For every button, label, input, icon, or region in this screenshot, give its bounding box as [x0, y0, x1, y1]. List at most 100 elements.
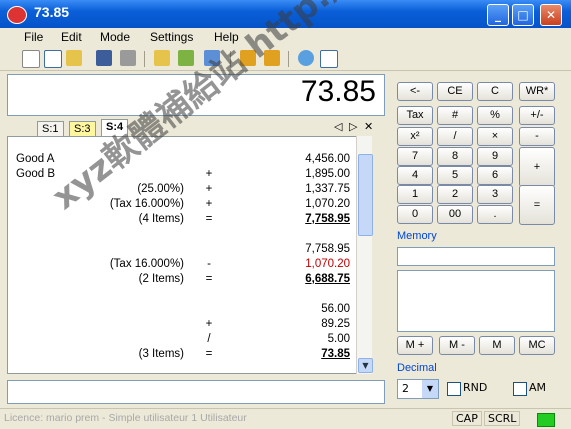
tab-next-icon[interactable]: ▷ [349, 120, 357, 133]
key-row3-1[interactable]: / [437, 127, 473, 146]
chevron-down-icon[interactable]: ▼ [422, 380, 438, 398]
tape-scrollbar[interactable]: ▼ [356, 136, 373, 374]
tape-row-label: (25.00%) [137, 183, 184, 195]
tape-row-name: Good A [16, 153, 55, 165]
tape-row-name: Good B [16, 168, 55, 180]
menu-file[interactable]: File [24, 30, 43, 44]
memory-title: Memory [397, 230, 437, 242]
tape-row-value: 56.00 [321, 303, 350, 315]
key-row5-1[interactable]: 5 [437, 166, 473, 185]
license-text: Licence: mario prem - Simple utilisateur… [4, 412, 247, 424]
key-row2-0[interactable]: Tax [397, 106, 433, 125]
key-row4-2[interactable]: 9 [477, 147, 513, 166]
tape-row-value: 4,456.00 [305, 153, 350, 165]
decimal-select[interactable]: 2 ▼ [397, 379, 439, 399]
tab-s4[interactable]: S:4 [101, 119, 129, 136]
key-row5-2[interactable]: 6 [477, 166, 513, 185]
close-button[interactable]: ✕ [540, 4, 562, 26]
comment-input[interactable] [7, 380, 385, 404]
tape-row[interactable]: 56.00 [8, 303, 370, 318]
key-row6-0[interactable]: 1 [397, 185, 433, 204]
folder-icon[interactable] [154, 50, 170, 66]
key-row3-2[interactable]: × [477, 127, 513, 146]
key-row3-0[interactable]: x² [397, 127, 433, 146]
decimal-group: Decimal 2 ▼ RND AM [393, 362, 559, 402]
users-icon[interactable] [298, 50, 314, 66]
key-row6-3[interactable]: = [519, 185, 555, 225]
memory-add-button[interactable]: M + [397, 336, 433, 355]
redo-icon[interactable] [264, 50, 280, 66]
open-icon[interactable] [66, 50, 82, 66]
scroll-thumb[interactable] [358, 154, 373, 236]
key-row1-3[interactable]: WR* [519, 82, 555, 101]
tab-close-icon[interactable]: ✕ [364, 120, 373, 133]
key-row5-0[interactable]: 4 [397, 166, 433, 185]
key-row7-0[interactable]: 0 [397, 205, 433, 224]
tape-row-value: 6,688.75 [305, 273, 350, 285]
tape-row[interactable]: (Tax 16.000%) +1,070.20 [8, 198, 370, 213]
memory-subtract-button[interactable]: M - [439, 336, 475, 355]
tape-row[interactable] [8, 288, 370, 303]
key-row7-1[interactable]: 00 [437, 205, 473, 224]
key-row2-1[interactable]: # [437, 106, 473, 125]
display-value: 73.85 [300, 75, 376, 108]
menu-edit[interactable]: Edit [61, 30, 82, 44]
tape-row[interactable]: (4 Items) = 7,758.95 [8, 213, 370, 228]
key-row1-0[interactable]: <- [397, 82, 433, 101]
memory-recall-button[interactable]: M [479, 336, 515, 355]
key-row4-1[interactable]: 8 [437, 147, 473, 166]
memory-group: Memory M + M - M MC [393, 230, 559, 358]
tape-row-value: 89.25 [321, 318, 350, 330]
tape-row-operator: + [205, 183, 213, 195]
key-row1-1[interactable]: CE [437, 82, 473, 101]
import-icon[interactable] [204, 50, 220, 66]
tape-row[interactable]: (2 Items) = 6,688.75 [8, 273, 370, 288]
memory-clear-button[interactable]: MC [519, 336, 555, 355]
export-icon[interactable] [178, 50, 194, 66]
tab-s1[interactable]: S:1 [37, 121, 64, 136]
key-row4-0[interactable]: 7 [397, 147, 433, 166]
print-icon[interactable] [120, 50, 136, 66]
tape-row[interactable]: +89.25 [8, 318, 370, 333]
tape-row[interactable]: Good B +1,895.00 [8, 168, 370, 183]
tape-row[interactable]: Good A 4,456.00 [8, 153, 370, 168]
tape-list[interactable]: Good A 4,456.00 Good B +1,895.00 (25.00%) +1,… [7, 136, 371, 374]
maximize-button[interactable]: □ [512, 4, 534, 26]
book-icon[interactable] [320, 50, 338, 68]
am-checkbox[interactable] [513, 382, 527, 396]
menu-help[interactable]: Help [214, 30, 239, 44]
tape-row-operator: + [205, 198, 213, 210]
tape-row[interactable]: (3 Items) = 73.85 [8, 348, 370, 363]
new-icon[interactable] [22, 50, 40, 68]
tape-panel: S:1 S:3 S:4 ◁ ▷ ✕ Good A 4,456.00 Good B +1… [7, 119, 383, 374]
key-row4-3[interactable]: + [519, 147, 555, 187]
key-row2-3[interactable]: +/- [519, 106, 555, 125]
rnd-checkbox[interactable] [447, 382, 461, 396]
memory-list[interactable] [397, 270, 555, 332]
memory-field [397, 247, 555, 266]
tab-s3[interactable]: S:3 [69, 121, 96, 136]
undo-icon[interactable] [240, 50, 256, 66]
tab-prev-icon[interactable]: ◁ [334, 120, 342, 133]
tape-row[interactable]: (Tax 16.000%) - 1,070.20 [8, 258, 370, 273]
scrl-indicator: SCRL [484, 411, 521, 426]
tape-row[interactable]: 7,758.95 [8, 243, 370, 258]
scroll-down-icon[interactable]: ▼ [358, 358, 373, 373]
minimize-button[interactable]: _ [487, 4, 509, 26]
cap-indicator: CAP [452, 411, 482, 426]
tape-row-operator: = [205, 273, 213, 285]
menu-settings[interactable]: Settings [150, 30, 193, 44]
am-label: AM [529, 381, 547, 394]
tape-row[interactable]: (25.00%) +1,337.75 [8, 183, 370, 198]
key-row2-2[interactable]: % [477, 106, 513, 125]
key-row7-2[interactable]: . [477, 205, 513, 224]
key-row1-2[interactable]: C [477, 82, 513, 101]
tape-row[interactable]: / 5.00 [8, 333, 370, 348]
menu-mode[interactable]: Mode [100, 30, 130, 44]
key-row6-2[interactable]: 3 [477, 185, 513, 204]
key-row6-1[interactable]: 2 [437, 185, 473, 204]
save-icon[interactable] [96, 50, 112, 66]
key-row3-3[interactable]: - [519, 127, 555, 146]
new-window-icon[interactable] [44, 50, 62, 68]
tape-row[interactable] [8, 228, 370, 243]
